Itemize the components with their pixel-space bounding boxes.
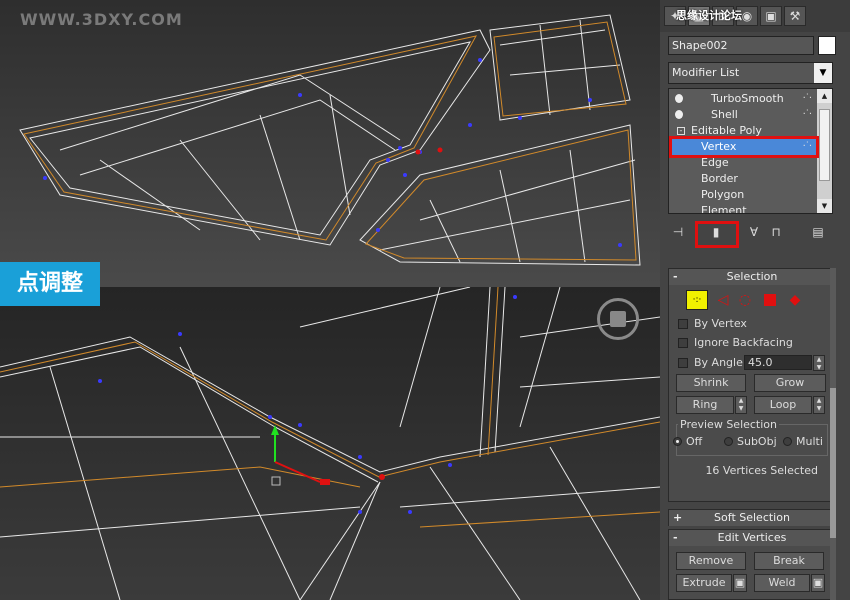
stack-item-shell[interactable]: Shell ·˙· xyxy=(669,107,817,123)
site-watermark: WWW.3DXY.COM xyxy=(20,10,183,29)
stack-item-element[interactable]: Element xyxy=(669,203,817,214)
remove-modifier-icon[interactable]: ⊓ xyxy=(766,222,786,242)
modifier-list-label: Modifier List xyxy=(672,66,740,79)
configure-sets-icon[interactable]: ▤ xyxy=(808,222,828,242)
forum-watermark: 思缘设计论坛 xyxy=(676,9,742,22)
scroll-thumb[interactable] xyxy=(819,109,830,181)
selection-rollout-header[interactable]: - Selection xyxy=(669,269,835,285)
viewport-top[interactable]: WWW.3DXY.COM xyxy=(0,0,660,287)
command-panel-tabs: ✦ ◣ ⊞ ◉ ▣ ⚒ 思缘设计论坛 xyxy=(660,0,850,32)
stack-item-label: Element xyxy=(701,204,747,214)
show-end-result-highlight-box xyxy=(695,221,739,248)
rollout-title: Selection xyxy=(726,270,778,283)
pin-stack-icon[interactable]: ⊣ xyxy=(668,222,688,242)
viewcube-icon[interactable] xyxy=(597,298,639,340)
configure-icon: ·˙· xyxy=(802,109,812,120)
scroll-up-icon[interactable]: ▲ xyxy=(817,89,832,103)
stack-item-label: Shell xyxy=(711,108,738,121)
edge-level-icon[interactable]: ◁ xyxy=(712,290,734,310)
utilities-tab-icon[interactable]: ⚒ xyxy=(784,6,806,26)
panel-scrollbar[interactable] xyxy=(830,268,836,600)
mesh-wireframe-top xyxy=(19,14,641,266)
stack-toolbar: ⊣ ▮ ∀ ⊓ ▤ xyxy=(668,222,838,242)
element-level-icon[interactable]: ◆ xyxy=(784,290,806,310)
border-level-icon[interactable]: ◌ xyxy=(734,290,756,310)
modifier-list-dropdown[interactable]: Modifier List ▼ xyxy=(668,62,833,84)
lightbulb-icon[interactable] xyxy=(675,110,683,119)
display-tab-icon[interactable]: ▣ xyxy=(760,6,782,26)
stack-item-turbosmooth[interactable]: TurboSmooth ·˙· xyxy=(669,91,817,107)
stack-item-label: TurboSmooth xyxy=(711,92,784,105)
stack-item-border[interactable]: Border xyxy=(669,171,817,187)
stack-scrollbar[interactable]: ▲ ▼ xyxy=(817,89,832,213)
scroll-down-icon[interactable]: ▼ xyxy=(817,199,832,213)
configure-icon: ·˙· xyxy=(802,93,812,104)
vertex-level-icon[interactable]: ·:· xyxy=(686,290,708,310)
stack-item-label: Polygon xyxy=(701,188,745,201)
viewport-bottom[interactable] xyxy=(0,287,660,600)
object-color-swatch[interactable] xyxy=(818,36,836,55)
lightbulb-icon[interactable] xyxy=(675,94,683,103)
mesh-wireframe-bottom xyxy=(0,287,660,600)
chevron-down-icon[interactable]: ▼ xyxy=(814,63,832,83)
step-label: 点调整 xyxy=(0,262,100,306)
polygon-level-icon[interactable] xyxy=(760,290,782,310)
object-name-field[interactable]: Shape002 xyxy=(668,36,814,55)
make-unique-icon[interactable]: ∀ xyxy=(744,222,764,242)
panel-scroll-thumb[interactable] xyxy=(830,388,836,538)
vertex-highlight-box xyxy=(669,136,819,158)
stack-item-polygon[interactable]: Polygon xyxy=(669,187,817,203)
collapse-icon[interactable]: - xyxy=(673,269,678,285)
stack-item-label: Border xyxy=(701,172,738,185)
collapse-icon[interactable]: - xyxy=(677,127,685,135)
